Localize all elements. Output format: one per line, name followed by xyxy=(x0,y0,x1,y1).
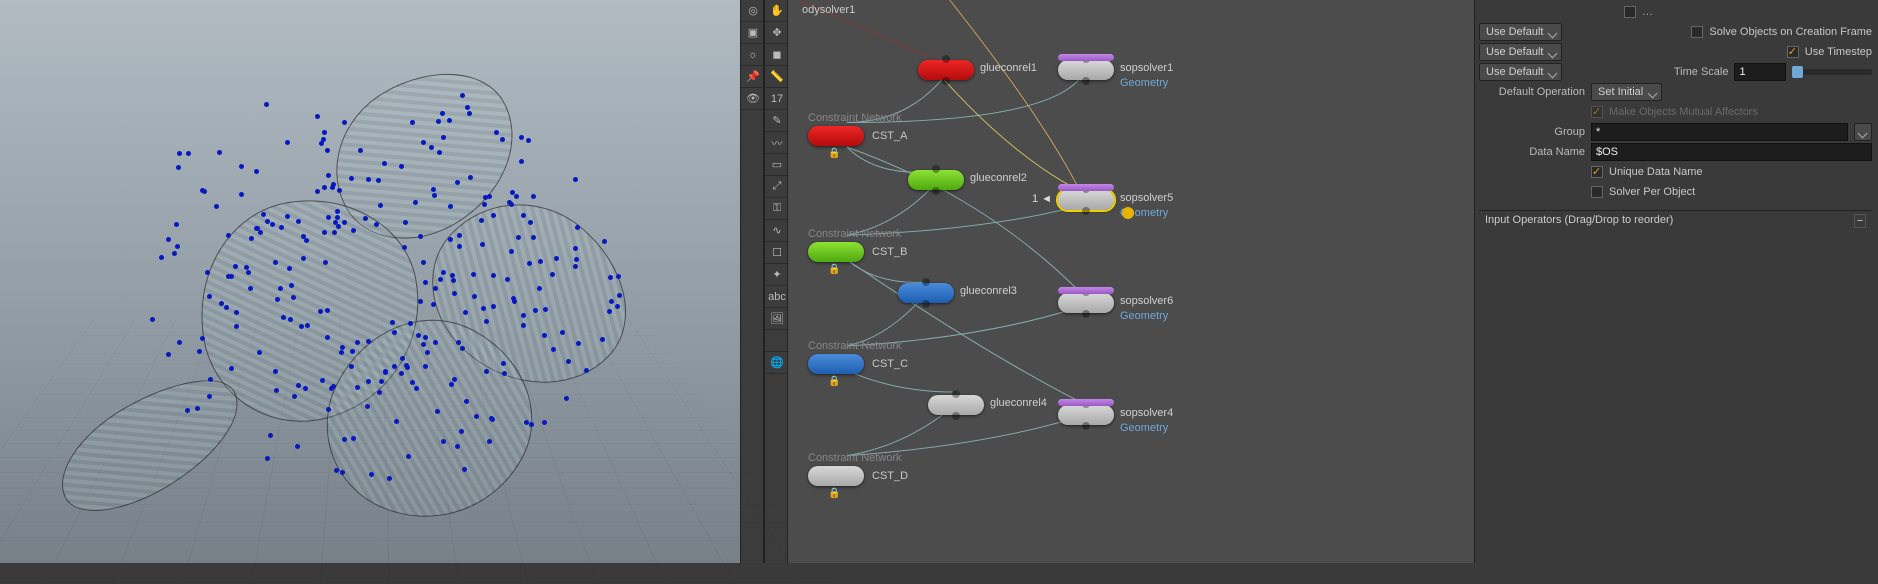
solverperobj-label: Solver Per Object xyxy=(1609,186,1695,198)
warning-icon xyxy=(1122,207,1134,219)
curve-icon[interactable]: ∿ xyxy=(765,220,789,242)
timescale-input[interactable] xyxy=(1734,63,1786,81)
node-label: glueconrel3 xyxy=(960,285,1017,297)
node-sopsolver6[interactable]: sopsolver6Geometry xyxy=(1058,293,1114,313)
defaultop-dropdown[interactable]: Set Initial xyxy=(1591,83,1662,101)
use-timestep-chk[interactable] xyxy=(1787,46,1799,58)
constraint-node[interactable] xyxy=(808,242,864,262)
box-icon[interactable]: ☐ xyxy=(765,242,789,264)
constraint-head: Constraint Network xyxy=(808,340,908,352)
constraint-node[interactable] xyxy=(808,126,864,146)
section-toggle-icon[interactable]: − xyxy=(1854,214,1866,228)
mutual-chk[interactable] xyxy=(1591,106,1603,118)
constraint-label: CST_C xyxy=(872,358,908,370)
abc-icon[interactable]: abc xyxy=(765,286,789,308)
timescale-label: Time Scale xyxy=(1568,66,1728,78)
group-label: Group xyxy=(1479,126,1585,138)
node-sublabel[interactable]: Geometry xyxy=(1120,422,1168,434)
node-glueconrel3[interactable]: glueconrel3 xyxy=(898,283,954,303)
uniquedn-chk[interactable] xyxy=(1591,166,1603,178)
node-label: sopsolver4 xyxy=(1120,407,1173,419)
persp-icon[interactable]: ▣ xyxy=(741,22,765,44)
timescale-slider[interactable] xyxy=(1792,69,1872,75)
constraint-head: Constraint Network xyxy=(808,452,908,464)
lock-icon: 🔒 xyxy=(828,376,840,387)
scale-icon[interactable]: ⤢ xyxy=(765,176,789,198)
network-view[interactable]: odysolver1 glueconrel1sopsolver1Geometry… xyxy=(788,0,1474,563)
defaultop-label: Default Operation xyxy=(1479,86,1585,98)
top-trunc-label: … xyxy=(1642,6,1872,18)
viewport-grid xyxy=(0,319,835,584)
input-badge: 1 ◄ xyxy=(1032,193,1052,205)
node-sopsolver1[interactable]: sopsolver1Geometry xyxy=(1058,60,1114,80)
constraint-cst_c[interactable]: Constraint NetworkCST_C🔒 xyxy=(804,340,908,374)
usedefault-3[interactable]: Use Default xyxy=(1479,63,1562,81)
pin-icon[interactable]: 📌 xyxy=(741,66,765,88)
node-sublabel[interactable]: Geometry xyxy=(1120,77,1168,89)
solve-creation-label: Solve Objects on Creation Frame xyxy=(1709,26,1872,38)
constraint-node[interactable] xyxy=(808,354,864,374)
constraint-node[interactable] xyxy=(808,466,864,486)
dataname-input[interactable] xyxy=(1591,143,1872,161)
network-root-label: odysolver1 xyxy=(802,4,855,16)
node-label: glueconrel4 xyxy=(990,397,1047,409)
brush-icon[interactable]: ✎ xyxy=(765,110,789,132)
constraint-label: CST_A xyxy=(872,130,907,142)
constraint-cst_d[interactable]: Constraint NetworkCST_D🔒 xyxy=(804,452,908,486)
key-icon[interactable]: ⚿ xyxy=(765,198,789,220)
top-chk[interactable] xyxy=(1624,6,1636,18)
mutual-label: Make Objects Mutual Affectors xyxy=(1609,106,1758,118)
constraint-cst_b[interactable]: Constraint NetworkCST_B🔒 xyxy=(804,228,907,262)
dataname-label: Data Name xyxy=(1479,146,1585,158)
network-toolbar: ✋ ✥ ◼ 📏 17 ✎ 〰 ▭ ⤢ ⚿ ∿ ☐ ✦ abc 🖼 🌐 xyxy=(764,0,788,563)
number-icon[interactable]: 17 xyxy=(765,88,789,110)
input-operators-section[interactable]: Input Operators (Drag/Drop to reorder) − xyxy=(1479,210,1872,229)
node-glueconrel1[interactable]: glueconrel1 xyxy=(918,60,974,80)
node-label: sopsolver5 xyxy=(1120,192,1173,204)
path-icon[interactable]: 〰 xyxy=(765,132,789,154)
node-sopsolver5[interactable]: sopsolver5Geometry1 ◄ xyxy=(1058,190,1114,210)
ruler-icon[interactable]: 📏 xyxy=(765,66,789,88)
node-glueconrel4[interactable]: glueconrel4 xyxy=(928,395,984,415)
light-icon[interactable]: ☼ xyxy=(741,44,765,66)
node-sublabel[interactable]: Geometry xyxy=(1120,310,1168,322)
solverperobj-chk[interactable] xyxy=(1591,186,1603,198)
constraint-label: CST_B xyxy=(872,246,907,258)
parameter-pane: … Use Default Solve Objects on Creation … xyxy=(1474,0,1878,563)
constraint-cst_a[interactable]: Constraint NetworkCST_A🔒 xyxy=(804,112,907,146)
node-label: glueconrel2 xyxy=(970,172,1027,184)
xform-icon[interactable]: ✦ xyxy=(765,264,789,286)
target-icon[interactable]: ◎ xyxy=(741,0,765,22)
constraint-label: CST_D xyxy=(872,470,908,482)
lock-icon: 🔒 xyxy=(828,488,840,499)
usedefault-2[interactable]: Use Default xyxy=(1479,43,1562,61)
rect-icon[interactable]: ▭ xyxy=(765,154,789,176)
node-label: sopsolver6 xyxy=(1120,295,1173,307)
img-icon[interactable]: 🖼 xyxy=(765,308,789,330)
stop-icon[interactable]: ◼ xyxy=(765,44,789,66)
node-label: glueconrel1 xyxy=(980,62,1037,74)
uniquedn-label: Unique Data Name xyxy=(1609,166,1703,178)
group-input[interactable] xyxy=(1591,123,1848,141)
use-timestep-label: Use Timestep xyxy=(1805,46,1872,58)
constraint-head: Constraint Network xyxy=(808,112,907,124)
node-label: sopsolver1 xyxy=(1120,62,1173,74)
constraint-head: Constraint Network xyxy=(808,228,907,240)
node-sopsolver4[interactable]: sopsolver4Geometry xyxy=(1058,405,1114,425)
input-operators-label: Input Operators (Drag/Drop to reorder) xyxy=(1485,214,1673,226)
globe-icon[interactable]: 🌐 xyxy=(765,352,789,374)
hand-icon[interactable]: ✋ xyxy=(765,0,789,22)
move-icon[interactable]: ✥ xyxy=(765,22,789,44)
eye-icon[interactable]: 👁 xyxy=(741,88,765,110)
lock-icon: 🔒 xyxy=(828,148,840,159)
solve-creation-chk[interactable] xyxy=(1691,26,1703,38)
lock-icon: 🔒 xyxy=(828,264,840,275)
empty-icon[interactable] xyxy=(765,330,789,352)
usedefault-1[interactable]: Use Default xyxy=(1479,23,1562,41)
node-glueconrel2[interactable]: glueconrel2 xyxy=(908,170,964,190)
group-menu[interactable] xyxy=(1854,123,1872,141)
viewport-3d[interactable] xyxy=(0,0,740,563)
